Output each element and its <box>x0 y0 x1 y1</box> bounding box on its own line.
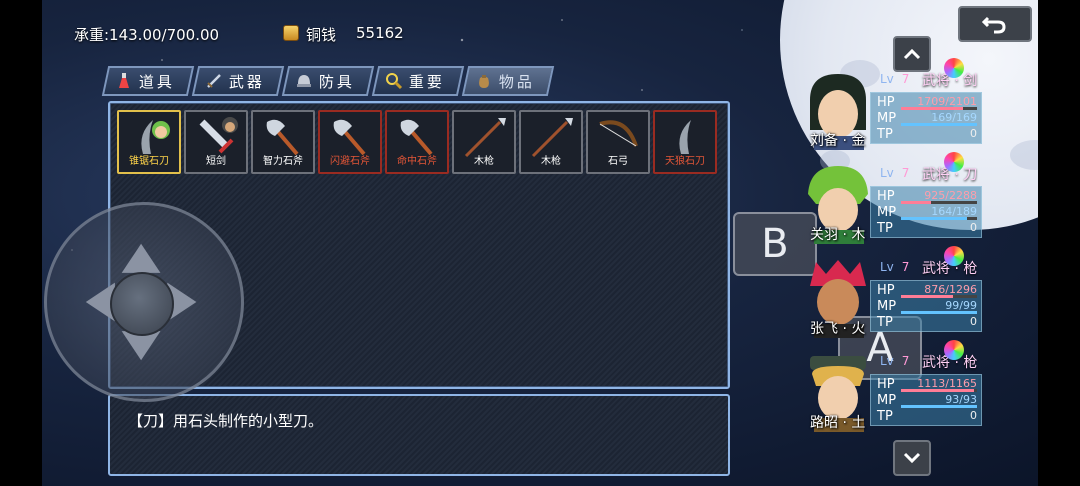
item-name: 命中石斧 <box>397 156 437 167</box>
coin-icon <box>283 25 299 41</box>
tab-label: 重要 <box>409 72 446 91</box>
stats-box: HP 1113/1165 MP 93/93 TP 0 <box>870 374 982 426</box>
hp-bar <box>901 295 953 298</box>
item-name: 闪避石斧 <box>330 156 370 167</box>
party-member[interactable]: Lv 7 武将 · 枪 HP 876/1296 MP 99/99 TP 0 张飞 · 火 <box>800 246 985 338</box>
joystick-knob[interactable] <box>110 272 174 336</box>
level-label: Lv <box>880 72 894 86</box>
item-slot[interactable]: 短剑 <box>184 110 248 174</box>
tab-key-items[interactable]: 重要 <box>371 66 465 96</box>
party-member[interactable]: Lv 7 武将 · 枪 HP 1113/1165 MP 93/93 TP 0 路昭 · … <box>800 340 985 432</box>
mp-bar <box>901 311 977 314</box>
tp-value: 0 <box>970 315 977 328</box>
bag-icon <box>479 75 489 88</box>
level-label: Lv <box>880 166 894 180</box>
scroll-down-button[interactable] <box>893 440 931 476</box>
level-value: 7 <box>901 72 910 86</box>
tab-armor[interactable]: 防具 <box>281 66 375 96</box>
mp-bar <box>901 123 977 126</box>
helmet-icon <box>297 75 312 87</box>
currency-value: 55162 <box>356 24 404 42</box>
tp-value: 0 <box>970 409 977 422</box>
stats-box: HP 1709/2101 MP 169/169 TP 0 <box>870 92 982 144</box>
element-gem-icon <box>944 340 964 360</box>
scroll-up-button[interactable] <box>893 36 931 72</box>
back-arrow-icon <box>982 16 1006 34</box>
potion-icon <box>119 73 129 88</box>
inventory-grid: 锥锯石刀 短剑 智力石斧 闪避石斧 命中石斧 木枪 木枪 石弓 天狼石刀 <box>117 110 717 174</box>
stats-box: HP 925/2288 MP 164/189 TP 0 <box>870 186 982 238</box>
element-gem-icon <box>944 152 964 172</box>
party-member[interactable]: Lv 7 武将 · 剑 HP 1709/2101 MP 169/169 TP 0 刘备 … <box>800 58 985 150</box>
level-label: Lv <box>880 354 894 368</box>
item-name: 木枪 <box>541 156 561 167</box>
tab-label: 武器 <box>229 72 266 91</box>
element-gem-icon <box>944 246 964 266</box>
item-name: 天狼石刀 <box>665 156 705 167</box>
item-slot[interactable]: 石弓 <box>586 110 650 174</box>
element-gem-icon <box>944 58 964 78</box>
member-name: 张飞 · 火 <box>810 321 866 337</box>
mp-bar <box>901 217 968 220</box>
tab-label: 道具 <box>139 72 176 91</box>
item-name: 木枪 <box>474 156 494 167</box>
item-slot[interactable]: 锥锯石刀 <box>117 110 181 174</box>
magnifier-icon <box>386 73 403 90</box>
item-name: 短剑 <box>206 156 226 167</box>
item-slot[interactable]: 闪避石斧 <box>318 110 382 174</box>
item-slot[interactable]: 天狼石刀 <box>653 110 717 174</box>
right-letterbox <box>1038 0 1080 486</box>
level-value: 7 <box>901 354 910 368</box>
description-panel: 【刀】用石头制作的小型刀。 <box>108 394 730 476</box>
tp-value: 0 <box>970 221 977 234</box>
tab-goods[interactable]: 物品 <box>461 66 555 96</box>
item-name: 智力石斧 <box>263 156 303 167</box>
tab-weapons[interactable]: 武器 <box>191 66 285 96</box>
left-letterbox <box>0 0 42 486</box>
chevron-up-icon <box>903 48 921 60</box>
tab-label: 物品 <box>499 72 536 91</box>
back-button[interactable] <box>958 6 1032 42</box>
tab-label: 防具 <box>319 72 356 91</box>
level-label: Lv <box>880 260 894 274</box>
tp-value: 0 <box>970 127 977 140</box>
item-slot[interactable]: 智力石斧 <box>251 110 315 174</box>
hp-bar <box>901 201 932 204</box>
item-name: 石弓 <box>608 156 628 167</box>
level-value: 7 <box>901 260 910 274</box>
currency-name: 铜钱 <box>306 26 337 44</box>
level-value: 7 <box>901 166 910 180</box>
game-screen: 承重:143.00/700.00 铜钱 55162 道具 武器 防具 重要 物品… <box>0 0 1080 486</box>
member-name: 关羽 · 木 <box>810 227 866 243</box>
party-member[interactable]: Lv 7 武将 · 刀 HP 925/2288 MP 164/189 TP 0 关羽 ·… <box>800 152 985 244</box>
item-description: 【刀】用石头制作的小型刀。 <box>128 412 324 430</box>
hp-bar <box>901 389 974 392</box>
stats-box: HP 876/1296 MP 99/99 TP 0 <box>870 280 982 332</box>
member-name: 刘备 · 金 <box>810 133 866 149</box>
hp-bar <box>901 107 963 110</box>
chevron-down-icon <box>903 452 921 464</box>
item-slot[interactable]: 命中石斧 <box>385 110 449 174</box>
weight-label: 承重:143.00/700.00 <box>74 26 220 44</box>
item-name: 锥锯石刀 <box>129 156 169 167</box>
item-slot[interactable]: 木枪 <box>452 110 516 174</box>
member-name: 路昭 · 土 <box>810 415 866 431</box>
item-slot[interactable]: 木枪 <box>519 110 583 174</box>
tab-items[interactable]: 道具 <box>101 66 195 96</box>
sword-icon <box>207 74 221 88</box>
category-tabs: 道具 武器 防具 重要 物品 <box>101 66 555 96</box>
mp-bar <box>901 405 977 408</box>
